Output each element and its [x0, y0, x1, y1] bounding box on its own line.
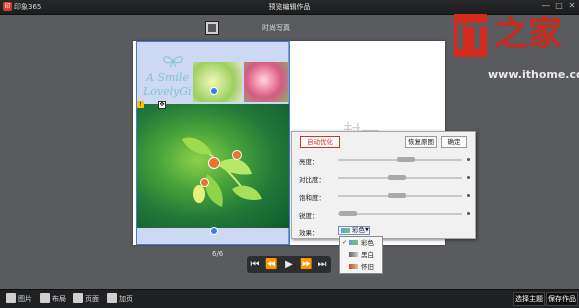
minimize-button[interactable]: ― [540, 1, 552, 10]
color-swatch-icon [349, 240, 358, 245]
vintage-swatch-icon [349, 264, 358, 269]
move-icon[interactable]: ✥ [158, 101, 166, 109]
playback-bar: ⏮ ⏪ ▶ ⏩ ⏭ [247, 256, 331, 273]
sharpness-label: 锐度： [299, 212, 319, 220]
resize-handle-bottom[interactable] [210, 227, 218, 235]
brightness-label: 亮度： [299, 158, 319, 166]
effect-option-vintage[interactable]: 怀旧 [340, 261, 382, 273]
effect-selected-value: 彩色 [352, 226, 365, 234]
orange-marker-1[interactable] [208, 157, 220, 169]
page-tab[interactable]: 页面 [85, 294, 99, 304]
effect-option-label: 怀旧 [361, 263, 374, 271]
maximize-button[interactable]: □ [553, 1, 565, 10]
sharpness-slider-thumb[interactable] [339, 211, 357, 216]
page-title: 时尚写真 [262, 24, 290, 32]
effect-dropdown: ✓ 彩色 黑白 怀旧 [339, 236, 383, 274]
chevron-down-icon: ▼ [365, 227, 369, 233]
watermark-brand: IT [455, 16, 489, 58]
confirm-button[interactable]: 确定 [441, 136, 467, 148]
close-button[interactable]: ✕ [566, 1, 578, 10]
brightness-end-dot [467, 158, 470, 161]
contrast-end-dot [467, 176, 470, 179]
sharpness-end-dot [467, 212, 470, 215]
last-page-button[interactable]: ⏭ [316, 258, 328, 271]
saturation-end-dot [467, 194, 470, 197]
page-icon[interactable] [73, 293, 83, 303]
previous-page-button[interactable]: ⏪ [265, 258, 277, 271]
play-button[interactable]: ▶ [283, 258, 295, 271]
auto-optimize-button[interactable]: 自动优化 [300, 136, 340, 148]
window-title: 预览编辑作品 [268, 3, 311, 11]
effect-option-label: 黑白 [361, 251, 374, 259]
restore-original-button[interactable]: 恢复原图 [405, 136, 437, 148]
add-page-icon[interactable] [107, 293, 117, 303]
template-switch-icon[interactable] [205, 21, 219, 35]
first-page-button[interactable]: ⏮ [249, 258, 261, 271]
orange-marker-2[interactable] [232, 150, 242, 160]
contrast-label: 对比度： [299, 176, 325, 184]
saturation-slider-thumb[interactable] [388, 193, 406, 198]
effect-select[interactable]: 彩色 ▼ [338, 226, 370, 235]
add-page-tab[interactable]: 加页 [119, 294, 133, 304]
brightness-slider-thumb[interactable] [397, 157, 415, 162]
watermark-url: www.ithome.com [488, 68, 579, 81]
save-work-button[interactable]: 保存作品 [546, 292, 578, 306]
bottom-toolbar: 图片 布局 页面 加页 选择主题 保存作品 [0, 289, 579, 308]
choose-theme-button[interactable]: 选择主题 [513, 292, 545, 306]
selection-frame[interactable] [136, 41, 290, 245]
layout-icon[interactable] [40, 293, 50, 303]
checkmark-icon: ✓ [342, 239, 348, 246]
rotate-handle[interactable] [210, 87, 218, 95]
color-swatch-icon [341, 228, 350, 233]
saturation-label: 饱和度： [299, 194, 325, 202]
orange-marker-3[interactable] [200, 178, 209, 187]
picture-tab[interactable]: 图片 [18, 294, 32, 304]
picture-icon[interactable] [6, 293, 16, 303]
layout-tab[interactable]: 布局 [52, 294, 66, 304]
next-page-button[interactable]: ⏩ [300, 258, 312, 271]
watermark-zh: 之家 [494, 14, 562, 54]
effect-option-bw[interactable]: 黑白 [340, 249, 382, 261]
contrast-slider-thumb[interactable] [388, 175, 406, 180]
bw-swatch-icon [349, 252, 358, 257]
effect-label: 效果： [299, 229, 319, 237]
warning-icon[interactable]: ! [137, 101, 144, 108]
page-indicator: 6/6 [212, 250, 224, 258]
effect-option-label: 彩色 [361, 239, 374, 247]
effect-option-color[interactable]: ✓ 彩色 [340, 237, 382, 249]
